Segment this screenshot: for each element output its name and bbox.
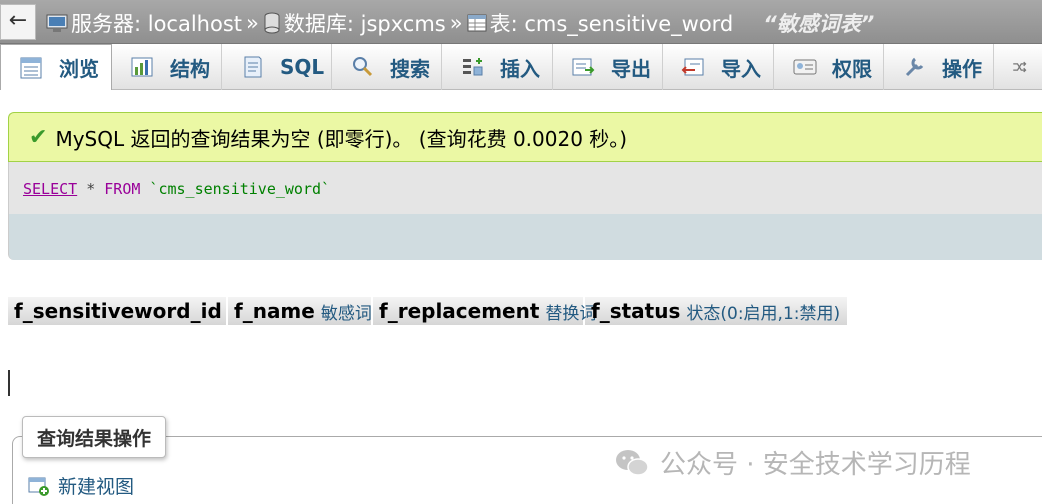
breadcrumb-server-label: 服务器: localhost [71,12,243,36]
breadcrumb-database[interactable]: 数据库: jspxcms [263,8,446,38]
create-view-icon [28,477,49,496]
breadcrumb-separator: » [449,11,463,35]
sql-keyword-from: FROM [104,180,141,198]
breadcrumb: 服务器: localhost » 数据库: jspxcms » 表: cms_s… [46,9,874,37]
tab-structure[interactable]: 结构 [112,44,222,90]
tab-more[interactable] [994,44,1042,90]
tab-label: 搜索 [390,56,430,81]
tab-insert[interactable]: 插入 [442,44,553,90]
breadcrumb-database-label: 数据库: jspxcms [283,12,446,36]
tab-label: 操作 [942,56,982,81]
sql-icon [244,56,262,78]
breadcrumb-server[interactable]: 服务器: localhost [46,8,242,38]
sql-table-name: `cms_sensitive_word` [140,180,331,198]
tab-label: 权限 [832,56,872,81]
column-name: f_name [234,299,315,323]
text-cursor [8,370,10,396]
structure-icon [131,57,153,77]
column-header-f_sensitiveword_id[interactable]: f_sensitiveword_id [8,297,228,325]
tab-sql[interactable]: SQL [222,44,332,90]
column-name: f_status [591,299,681,323]
column-name: f_replacement [379,299,540,323]
column-header-f_replacement[interactable]: f_replacement 替换词 [373,297,596,325]
tab-label: 结构 [170,56,210,81]
breadcrumb-table-label: 表: cms_sensitive_word [489,12,734,36]
privileges-icon [793,59,817,75]
back-button[interactable]: ← [0,4,36,40]
sql-star: * [77,180,105,198]
sql-query: SELECT * FROM `cms_sensitive_word` [23,180,330,198]
column-name: f_sensitiveword_id [14,299,222,323]
wrench-icon [905,57,924,77]
column-comment: 敏感词 [320,303,372,324]
results-table-header: f_sensitiveword_id f_name 敏感词 f_replacem… [8,297,847,325]
watermark: 公众号 · 安全技术学习历程 [614,444,971,481]
table-icon [467,14,487,32]
create-view-label: 新建视图 [58,476,135,498]
create-view-link[interactable]: 新建视图 [28,472,134,499]
watermark-text: 公众号 · 安全技术学习历程 [660,450,971,480]
tab-label: 导出 [611,56,651,81]
browse-icon [20,57,42,78]
breadcrumb-bar: ← 服务器: localhost » 数据库: jspxcms » 表: cms… [0,0,1042,44]
column-header-f_name[interactable]: f_name 敏感词 [228,297,373,325]
search-icon [353,57,373,77]
tab-label: SQL [280,55,325,79]
tab-browse[interactable]: 浏览 [0,44,112,90]
tab-import[interactable]: 导入 [663,44,774,90]
tab-toolbar: 浏览 结构 SQL 搜索 插入 导出 导入 权限 操作 [0,44,1042,90]
import-icon [681,58,704,76]
insert-icon [463,58,483,76]
column-comment: 状态(0:启用,1:禁用) [686,303,841,324]
tab-label: 导入 [721,56,761,81]
query-results-operations-legend: 查询结果操作 [22,416,167,458]
success-message: ✔ MySQL 返回的查询结果为空 (即零行)。 (查询花费 0.0020 秒。… [8,112,1042,162]
table-comment: “敏感词表” [763,12,875,36]
sql-options-bar [8,214,1042,260]
tab-label: 浏览 [59,57,99,81]
server-icon [46,14,68,32]
tab-search[interactable]: 搜索 [332,44,442,90]
wechat-icon [616,449,649,476]
tracking-icon [1013,61,1027,73]
tab-export[interactable]: 导出 [553,44,663,90]
tab-privileges[interactable]: 权限 [774,44,884,90]
column-header-f_status[interactable]: f_status 状态(0:启用,1:禁用) [585,297,847,325]
breadcrumb-separator: » [246,11,259,35]
database-icon [264,12,280,34]
tab-label: 插入 [500,56,540,81]
sql-query-box: SELECT * FROM `cms_sensitive_word` [8,162,1042,214]
sql-keyword-select[interactable]: SELECT [23,180,77,198]
success-message-text: MySQL 返回的查询结果为空 (即零行)。 (查询花费 0.0020 秒。) [55,126,628,151]
tab-operations[interactable]: 操作 [884,44,994,90]
breadcrumb-table[interactable]: 表: cms_sensitive_word [467,8,734,38]
check-icon: ✔ [29,124,48,150]
export-icon [572,58,595,76]
